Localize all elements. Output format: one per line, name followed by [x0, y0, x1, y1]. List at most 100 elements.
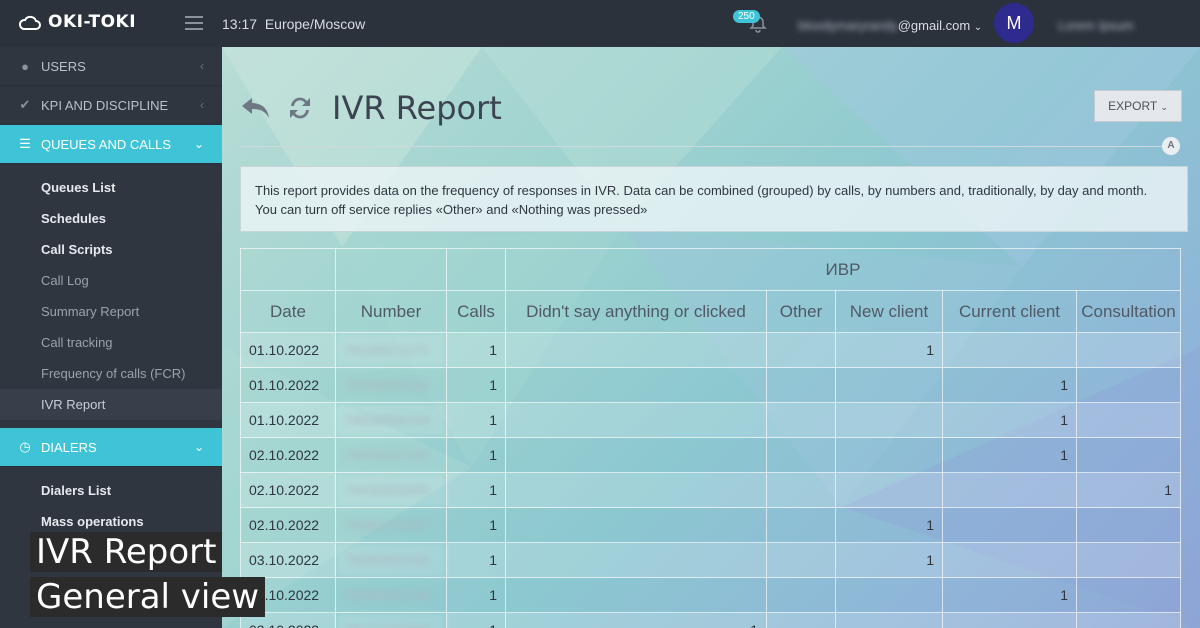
table-row: 01.10.2022 79058064184 1 1	[240, 367, 1181, 403]
list-icon: ☰	[19, 136, 31, 151]
table-cell-consult	[1076, 577, 1181, 613]
table-cell-number: 79058064184	[335, 402, 447, 438]
table-cell-calls: 1	[446, 437, 506, 473]
column-header-nothing[interactable]: Didn't say anything or clicked	[505, 290, 767, 333]
ivr-group-header: ИВР	[505, 248, 1181, 291]
table-row: 03.10.20227914105000911	[240, 612, 1181, 628]
table-row: 02.10.2022 79430933505 1 1	[240, 472, 1181, 508]
top-bar: OKI-TOKI 13:17 Europe/Moscow 250 bloodym…	[0, 0, 1200, 47]
table-cell-nothing	[505, 472, 767, 508]
table-cell-current	[942, 612, 1077, 628]
table-row: 02.10.2022 79060705297 1 1	[240, 507, 1181, 543]
timezone: Europe/Moscow	[264, 16, 366, 32]
sidebar-item-dialers[interactable]: ◷ DIALERS ⌄	[0, 428, 222, 467]
table-cell-number: 79141050009	[335, 612, 447, 628]
access-badge[interactable]: A	[1162, 137, 1180, 155]
info-line-1: This report provides data on the frequen…	[255, 183, 1148, 198]
table-cell-new: 1	[835, 332, 943, 368]
column-header-current-client[interactable]: Current client	[942, 290, 1077, 333]
sidebar-subitem-call-log[interactable]: Call Log	[0, 265, 222, 296]
table-cell-nothing	[505, 542, 767, 578]
table-cell-calls: 1	[446, 577, 506, 613]
notification-badge: 250	[733, 10, 760, 23]
sidebar-subitem-fcr[interactable]: Frequency of calls (FCR)	[0, 358, 222, 389]
table-cell-other	[766, 402, 836, 438]
page-title: IVR Report	[332, 89, 502, 127]
sidebar-item-users[interactable]: ● USERS ‹	[0, 47, 222, 86]
table-cell-number: 79140971170	[335, 332, 447, 368]
table-cell-current	[942, 332, 1077, 368]
table-row: 01.10.2022 79058064184 1 1	[240, 402, 1181, 438]
sidebar-item-label: KPI AND DISCIPLINE	[41, 97, 169, 113]
column-header-new-client[interactable]: New client	[835, 290, 943, 333]
user-icon: ●	[21, 58, 29, 74]
ivr-report-table: ИВР Date Number Calls Didn't say anythin…	[240, 248, 1181, 628]
table-cell-consult	[1076, 507, 1181, 543]
table-cell-consult	[1076, 542, 1181, 578]
column-header-number[interactable]: Number	[335, 290, 447, 333]
table-cell-new	[835, 367, 943, 403]
table-cell-date: 03.10.2022	[240, 542, 336, 578]
check-icon: ✔	[19, 97, 31, 112]
sidebar-subitem-queues-list[interactable]: Queues List	[0, 172, 222, 203]
clock: 13:17 Europe/Moscow	[222, 16, 365, 32]
header-empty	[446, 248, 506, 291]
info-line-2: You can turn off service replies «Other»…	[255, 202, 648, 217]
sidebar-subitem-call-scripts[interactable]: Call Scripts	[0, 234, 222, 265]
table-cell-consult	[1076, 367, 1181, 403]
table-cell-number: 79058064184	[335, 367, 447, 403]
table-cell-calls: 1	[446, 472, 506, 508]
table-cell-number: 79430933505	[335, 472, 447, 508]
main-content: IVR Report EXPORT ⌄ A This report provid…	[222, 47, 1200, 628]
sidebar-subitem-ivr-report[interactable]: IVR Report	[0, 389, 222, 420]
page-header: IVR Report	[240, 89, 502, 127]
table-cell-nothing	[505, 367, 767, 403]
logo[interactable]: OKI-TOKI	[18, 12, 136, 32]
sidebar-item-queues[interactable]: ☰ QUEUES AND CALLS ⌄	[0, 125, 222, 164]
refresh-icon[interactable]	[286, 94, 314, 122]
sidebar-subitem-call-tracking[interactable]: Call tracking	[0, 327, 222, 358]
column-header-date[interactable]: Date	[240, 290, 336, 333]
chevron-down-icon: ⌄	[193, 137, 204, 151]
table-cell-consult	[1076, 612, 1181, 628]
table-row: 01.10.2022 79140971170 1 1	[240, 332, 1181, 368]
user-menu[interactable]: bloodymaryrandy@gmail.com ⌄	[798, 18, 982, 33]
username: Lorem Ipsum	[1058, 18, 1134, 33]
caption-line-1: IVR Report	[30, 532, 223, 572]
table-cell-current: 1	[942, 577, 1077, 613]
table-cell-date: 02.10.2022	[240, 437, 336, 473]
table-cell-number: 79059447542	[335, 437, 447, 473]
table-cell-nothing: 1	[505, 612, 767, 628]
table-cell-number: 79060705297	[335, 507, 447, 543]
table-cell-current	[942, 542, 1077, 578]
table-cell-number: 79060902556	[335, 542, 447, 578]
sidebar-item-kpi[interactable]: ✔ KPI AND DISCIPLINE ‹	[0, 86, 222, 125]
avatar[interactable]: M	[994, 3, 1034, 43]
table-cell-calls: 1	[446, 367, 506, 403]
header-empty	[240, 248, 336, 291]
table-row: 02.10.2022 79059447542 1 1	[240, 437, 1181, 473]
caption-line-2: General view	[30, 577, 266, 617]
table-cell-other	[766, 437, 836, 473]
chevron-down-icon: ⌄	[193, 440, 204, 454]
table-cell-nothing	[505, 507, 767, 543]
sidebar-subitem-schedules[interactable]: Schedules	[0, 203, 222, 234]
table-cell-new: 1	[835, 542, 943, 578]
table-cell-consult	[1076, 437, 1181, 473]
column-header-calls[interactable]: Calls	[446, 290, 506, 333]
export-button[interactable]: EXPORT ⌄	[1094, 90, 1182, 122]
back-icon[interactable]	[240, 94, 272, 122]
column-header-consultation[interactable]: Consultation	[1076, 290, 1181, 333]
info-box: This report provides data on the frequen…	[240, 166, 1188, 232]
email-domain: @gmail.com	[897, 18, 971, 33]
table-cell-current	[942, 472, 1077, 508]
menu-toggle-icon[interactable]	[185, 16, 203, 30]
column-header-other[interactable]: Other	[766, 290, 836, 333]
table-cell-nothing	[505, 577, 767, 613]
table-cell-other	[766, 612, 836, 628]
clock-icon: ◷	[19, 439, 31, 454]
table-cell-calls: 1	[446, 542, 506, 578]
sidebar-subitem-dialers-list[interactable]: Dialers List	[0, 475, 222, 506]
table-cell-other	[766, 472, 836, 508]
sidebar-subitem-summary-report[interactable]: Summary Report	[0, 296, 222, 327]
